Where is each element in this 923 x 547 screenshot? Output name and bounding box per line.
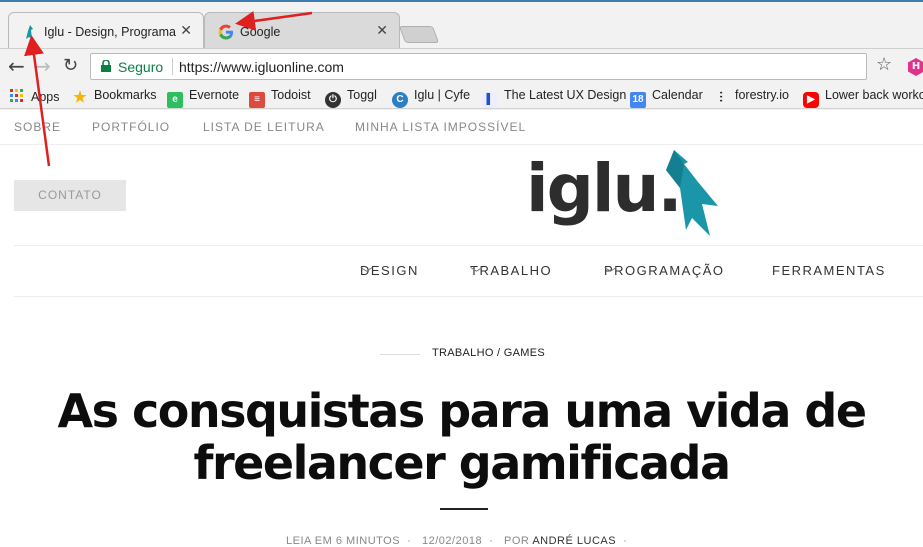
nav-ferramentas[interactable]: FERRAMENTAS <box>772 263 886 278</box>
window-top-border <box>0 0 923 2</box>
read-time: LEIA EM 6 MINUTOS <box>286 535 401 547</box>
bookmark-label: Evernote <box>189 88 240 102</box>
calendar-icon: 18 <box>630 92 646 108</box>
lock-icon <box>101 60 111 72</box>
title-underline <box>440 508 488 510</box>
title-line-1: As consquistas para uma vida de <box>57 384 867 438</box>
bookmark-label: Toggl <box>347 88 377 102</box>
topnav-sobre[interactable]: SOBRE <box>14 120 61 134</box>
bookmark-label: forestry.io <box>735 88 789 102</box>
secure-label: Seguro <box>118 59 164 75</box>
chevron-down-icon: ﹀ <box>604 266 619 281</box>
topnav-portfolio[interactable]: PORTFÓLIO <box>92 120 170 134</box>
ux-design-icon: ▌ <box>482 92 498 108</box>
bookmark-label: Bookmarks <box>94 88 157 102</box>
tab-google[interactable]: Google ✕ <box>204 12 400 48</box>
google-favicon-icon <box>218 24 233 40</box>
forestry-icon: ⫶ <box>719 89 723 105</box>
extension-icon[interactable]: H <box>908 58 923 76</box>
bookmark-todoist[interactable]: ≡ Todoist <box>249 88 311 108</box>
bookmark-evernote[interactable]: e Evernote <box>167 88 240 108</box>
chevron-down-icon: ﹀ <box>360 266 375 281</box>
bookmark-label: The Latest UX Design <box>504 88 627 102</box>
author-link[interactable]: ANDRÉ LUCAS <box>532 535 616 547</box>
tab-title: Iglu - Design, Programaç <box>44 25 176 39</box>
title-line-2: freelancer gamificada <box>193 436 731 490</box>
article-category[interactable]: TRABALHO / GAMES <box>432 347 545 359</box>
todoist-icon: ≡ <box>249 92 265 108</box>
byline-prefix: POR <box>504 535 530 547</box>
bookmark-label: Todoist <box>271 88 311 102</box>
category-rule <box>380 354 420 355</box>
bookmark-ux-design[interactable]: ▌ The Latest UX Design <box>482 88 627 108</box>
divider <box>14 296 923 297</box>
youtube-icon: ▶ <box>803 92 819 108</box>
article-title: As consquistas para uma vida de freelanc… <box>0 385 923 489</box>
bookmark-toggl[interactable]: ⏻ Toggl <box>325 88 377 108</box>
close-icon[interactable]: ✕ <box>376 23 388 39</box>
bookmark-cyfe[interactable]: C Iglu | Cyfe <box>392 88 471 108</box>
bookmark-lower-back[interactable]: ▶ Lower back worko <box>803 88 923 108</box>
close-icon[interactable]: ✕ <box>180 23 192 39</box>
penguin-logo-icon <box>666 150 718 236</box>
divider <box>14 245 923 246</box>
divider <box>0 144 923 145</box>
topnav-lista-leitura[interactable]: LISTA DE LEITURA <box>203 120 325 134</box>
site-logo[interactable]: iglu. <box>526 148 721 240</box>
web-page: SOBRE PORTFÓLIO LISTA DE LEITURA MINHA L… <box>0 110 923 547</box>
bookmark-label: Calendar <box>652 88 703 102</box>
evernote-icon: e <box>167 92 183 108</box>
reload-icon[interactable]: ↻ <box>63 56 78 76</box>
divider <box>172 58 173 75</box>
new-tab-button[interactable] <box>398 26 440 43</box>
topnav-lista-impossivel[interactable]: MINHA LISTA IMPOSSÍVEL <box>355 120 526 134</box>
toggl-icon: ⏻ <box>325 92 341 108</box>
iglu-favicon-icon <box>26 25 33 39</box>
cyfe-icon: C <box>392 92 408 108</box>
bookmark-apps[interactable]: Apps <box>9 88 60 106</box>
back-arrow-icon[interactable]: ← <box>8 56 25 76</box>
url-text[interactable]: https://www.igluonline.com <box>179 59 344 75</box>
contact-button[interactable]: CONTATO <box>14 180 126 211</box>
tab-iglu[interactable]: Iglu - Design, Programaç ✕ <box>8 12 204 48</box>
forward-arrow-icon[interactable]: → <box>34 56 51 76</box>
bookmark-star-icon[interactable]: ☆ <box>876 54 892 75</box>
star-icon: ★ <box>73 89 87 106</box>
nav-label: PROGRAMAÇÃO <box>604 263 725 278</box>
toolbar: ← → ↻ Seguro https://www.igluonline.com … <box>0 48 923 84</box>
bookmark-label: Iglu | Cyfe <box>414 88 471 102</box>
apps-grid-icon <box>10 89 23 102</box>
chevron-down-icon: ﹀ <box>470 266 485 281</box>
bookmark-label: Lower back worko <box>825 88 923 102</box>
bookmark-calendar[interactable]: 18 Calendar <box>630 88 703 108</box>
bookmark-forestry[interactable]: ⫶ forestry.io <box>713 88 789 106</box>
bookmark-label: Apps <box>31 90 60 104</box>
bookmark-bookmarks[interactable]: ★ Bookmarks <box>72 88 157 106</box>
address-bar[interactable]: Seguro https://www.igluonline.com <box>90 53 867 80</box>
bookmarks-bar: Apps ★ Bookmarks e Evernote ≡ Todoist ⏻ Togg… <box>0 84 923 109</box>
tab-title: Google <box>240 25 281 39</box>
publish-date: 12/02/2018 <box>422 535 483 547</box>
article-meta: LEIA EM 6 MINUTOS · 12/02/2018 · POR AND… <box>286 535 628 547</box>
